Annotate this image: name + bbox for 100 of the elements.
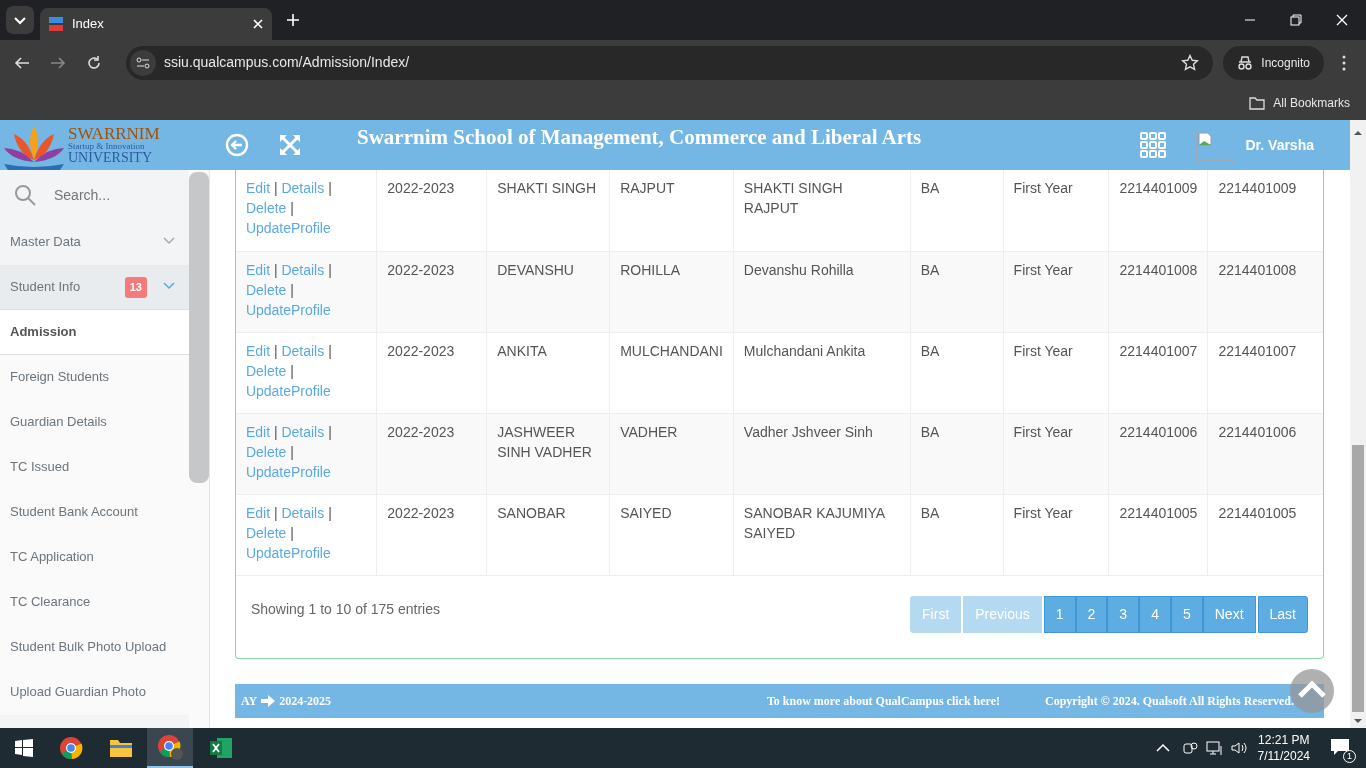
table-cell: 2214401005 bbox=[1109, 494, 1208, 575]
table-cell: ROHILLA bbox=[609, 251, 734, 332]
folder-icon[interactable] bbox=[109, 737, 133, 759]
windows-logo-icon[interactable] bbox=[15, 739, 33, 757]
sidebar-item[interactable]: Student Bank Account bbox=[0, 490, 189, 535]
sidebar-group[interactable]: Student Info 13 bbox=[0, 265, 189, 310]
table-cell: First Year bbox=[1003, 251, 1109, 332]
tab-title: Index bbox=[72, 15, 105, 34]
camera-icon[interactable] bbox=[1181, 740, 1198, 756]
table-cell: First Year bbox=[1003, 413, 1109, 494]
page-title: Swarrnim School of Management, Commerce and Liberal Arts bbox=[357, 124, 923, 151]
table-cell: 2214401008 bbox=[1207, 251, 1323, 332]
separator-text: | bbox=[328, 261, 332, 278]
site-favicon bbox=[48, 16, 64, 32]
scrollbar-thumb[interactable] bbox=[1352, 445, 1364, 712]
browser-tab[interactable]: Index bbox=[40, 8, 272, 40]
bookmarks-folder[interactable]: All Bookmarks bbox=[1249, 93, 1350, 112]
table-cell: 2022-2023 bbox=[376, 251, 487, 332]
edit-link[interactable]: Edit bbox=[245, 423, 270, 440]
table-cell: Vadher Jshveer Sinh bbox=[733, 413, 911, 494]
update-profile-link[interactable]: UpdateProfile bbox=[245, 220, 331, 236]
search-icon bbox=[14, 184, 36, 206]
update-profile-link[interactable]: UpdateProfile bbox=[245, 463, 331, 480]
new-tab-icon[interactable] bbox=[286, 13, 300, 27]
update-profile-link[interactable]: UpdateProfile bbox=[245, 544, 331, 561]
table-cell: VADHER bbox=[609, 413, 734, 494]
details-link[interactable]: Details bbox=[281, 423, 325, 440]
sidebar-item[interactable]: TC Application bbox=[0, 535, 189, 580]
details-link[interactable]: Details bbox=[281, 261, 325, 278]
delete-link[interactable]: Delete bbox=[245, 362, 287, 379]
page-button[interactable]: 5 bbox=[1170, 595, 1203, 633]
sidebar-item[interactable]: Admission bbox=[0, 310, 189, 355]
chrome-icon[interactable] bbox=[59, 736, 83, 760]
delete-link[interactable]: Delete bbox=[245, 281, 287, 298]
sidebar-item[interactable]: TC Issued bbox=[0, 445, 189, 490]
sidebar-item[interactable]: Foreign Students bbox=[0, 355, 189, 400]
page-button[interactable]: 1 bbox=[1043, 595, 1076, 633]
separator-text: | bbox=[290, 362, 294, 379]
chrome-icon[interactable] bbox=[157, 734, 183, 760]
table-cell: 2214401006 bbox=[1109, 413, 1208, 494]
chevron-up-icon[interactable] bbox=[1155, 743, 1170, 753]
sidebar-item[interactable]: Upload Guardian Photo bbox=[0, 670, 189, 715]
reload-icon[interactable] bbox=[86, 54, 102, 71]
details-link[interactable]: Details bbox=[281, 504, 325, 521]
sidebar-item[interactable]: TC Clearance bbox=[0, 580, 189, 625]
restore-icon[interactable] bbox=[1290, 14, 1302, 26]
update-profile-link[interactable]: UpdateProfile bbox=[245, 382, 331, 399]
edit-link[interactable]: Edit bbox=[245, 261, 270, 278]
back-icon[interactable] bbox=[14, 54, 30, 71]
table-cell: SANOBAR KAJUMIYA SAIYED bbox=[733, 494, 911, 575]
scrollbar-thumb[interactable] bbox=[188, 172, 209, 483]
separator-text: | bbox=[273, 180, 278, 196]
volume-icon[interactable] bbox=[1229, 740, 1248, 756]
delete-link[interactable]: Delete bbox=[245, 524, 287, 541]
separator-text: | bbox=[290, 281, 294, 298]
details-link[interactable]: Details bbox=[281, 342, 325, 359]
tab-list-icon[interactable] bbox=[6, 6, 34, 34]
sidebar-item[interactable]: Guardian Details bbox=[0, 400, 189, 445]
user-name[interactable]: Dr. Varsha bbox=[1245, 134, 1314, 156]
broken-image-icon bbox=[1195, 129, 1236, 161]
close-icon[interactable] bbox=[252, 18, 264, 30]
star-icon[interactable] bbox=[1181, 53, 1200, 72]
table-cell: 2214401008 bbox=[1109, 251, 1208, 332]
edit-link[interactable]: Edit bbox=[245, 504, 270, 521]
table-cell: BA bbox=[910, 413, 1004, 494]
excel-icon[interactable] bbox=[209, 737, 233, 759]
delete-link[interactable]: Delete bbox=[245, 200, 287, 216]
table-cell: First Year bbox=[1003, 494, 1109, 575]
network-icon[interactable] bbox=[1205, 740, 1224, 756]
menu-icon[interactable] bbox=[1342, 54, 1346, 71]
forward-icon[interactable] bbox=[50, 54, 66, 71]
table-cell: 2214401009 bbox=[1109, 170, 1208, 251]
edit-link[interactable]: Edit bbox=[245, 180, 270, 196]
close-icon[interactable] bbox=[1336, 14, 1348, 26]
separator-text: | bbox=[328, 342, 332, 359]
delete-link[interactable]: Delete bbox=[245, 443, 287, 460]
search-field[interactable]: Search... bbox=[52, 183, 172, 207]
logo-text: UNIVERSITY bbox=[68, 151, 153, 165]
page-button[interactable]: 4 bbox=[1139, 595, 1171, 633]
site-settings-icon[interactable] bbox=[130, 49, 156, 76]
count-badge: 13 bbox=[124, 277, 147, 298]
update-profile-link[interactable]: UpdateProfile bbox=[245, 301, 331, 318]
table-cell: ANKITA bbox=[486, 332, 610, 413]
separator-text: | bbox=[290, 524, 294, 541]
year-label: AY bbox=[240, 692, 258, 710]
page-button[interactable]: Last bbox=[1257, 595, 1308, 633]
separator-text: | bbox=[328, 180, 332, 196]
qualcampus-link[interactable]: To know more about QualCampus click here! bbox=[766, 691, 1001, 710]
page-button[interactable]: 3 bbox=[1107, 595, 1140, 633]
page-button[interactable]: Next bbox=[1202, 595, 1256, 633]
table-cell: JASHWEER SINH VADHER bbox=[486, 413, 610, 494]
edit-link[interactable]: Edit bbox=[245, 342, 270, 359]
chevron-down-icon bbox=[162, 237, 175, 245]
table-cell: 2214401005 bbox=[1207, 494, 1323, 575]
page-button[interactable]: 2 bbox=[1075, 595, 1108, 633]
profile-chip[interactable]: Incognito bbox=[1223, 45, 1324, 80]
details-link[interactable]: Details bbox=[281, 180, 325, 196]
sidebar-item[interactable]: Student Bulk Photo Upload bbox=[0, 625, 189, 670]
clock[interactable]: 12:21 PM 7/11/2024 bbox=[1257, 731, 1310, 765]
logo-text: Startup & Innovation bbox=[68, 142, 146, 151]
